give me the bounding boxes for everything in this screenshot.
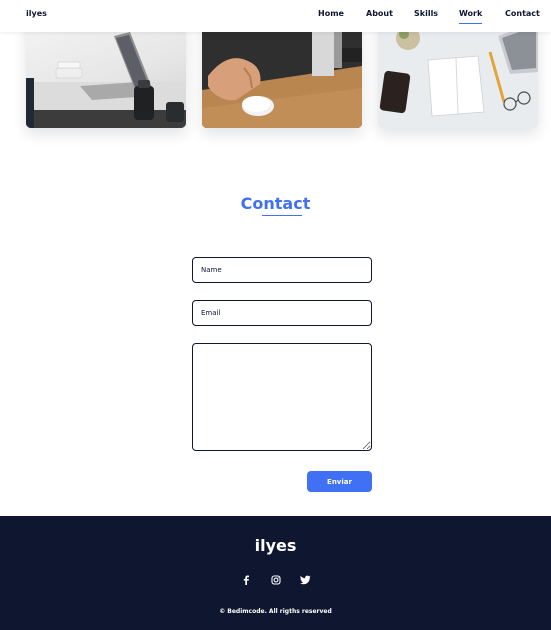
submit-button[interactable]: Enviar <box>307 471 372 492</box>
site-header: ilyes Home About Skills Work Contact <box>0 0 551 32</box>
footer-title: ilyes <box>254 536 297 555</box>
site-footer: ilyes © Bedimcode. All rigths reserved <box>0 516 551 630</box>
work-image-mouse[interactable] <box>202 18 362 128</box>
nav-work[interactable]: Work <box>459 9 483 24</box>
desk-flatlay-illustration <box>378 18 538 128</box>
mouse-hand-illustration <box>202 18 362 128</box>
email-input[interactable] <box>192 300 372 326</box>
laptop-desk-illustration <box>26 32 186 128</box>
copyright-text: © Bedimcode. All rigths reserved <box>219 608 332 615</box>
work-image-desk[interactable] <box>378 18 538 128</box>
facebook-icon[interactable] <box>240 574 252 586</box>
nav-home[interactable]: Home <box>318 9 344 18</box>
twitter-icon[interactable] <box>300 574 312 586</box>
site-logo[interactable]: ilyes <box>26 9 47 18</box>
message-textarea[interactable] <box>192 343 372 451</box>
instagram-icon[interactable] <box>270 574 282 586</box>
social-links <box>0 574 551 586</box>
nav-skills[interactable]: Skills <box>414 9 438 18</box>
work-image-laptop[interactable] <box>26 18 186 128</box>
nav-contact[interactable]: Contact <box>505 9 540 18</box>
contact-section-title: Contact <box>240 194 311 213</box>
nav-about[interactable]: About <box>366 9 393 18</box>
name-input[interactable] <box>192 257 372 283</box>
contact-title-underline <box>262 215 302 216</box>
